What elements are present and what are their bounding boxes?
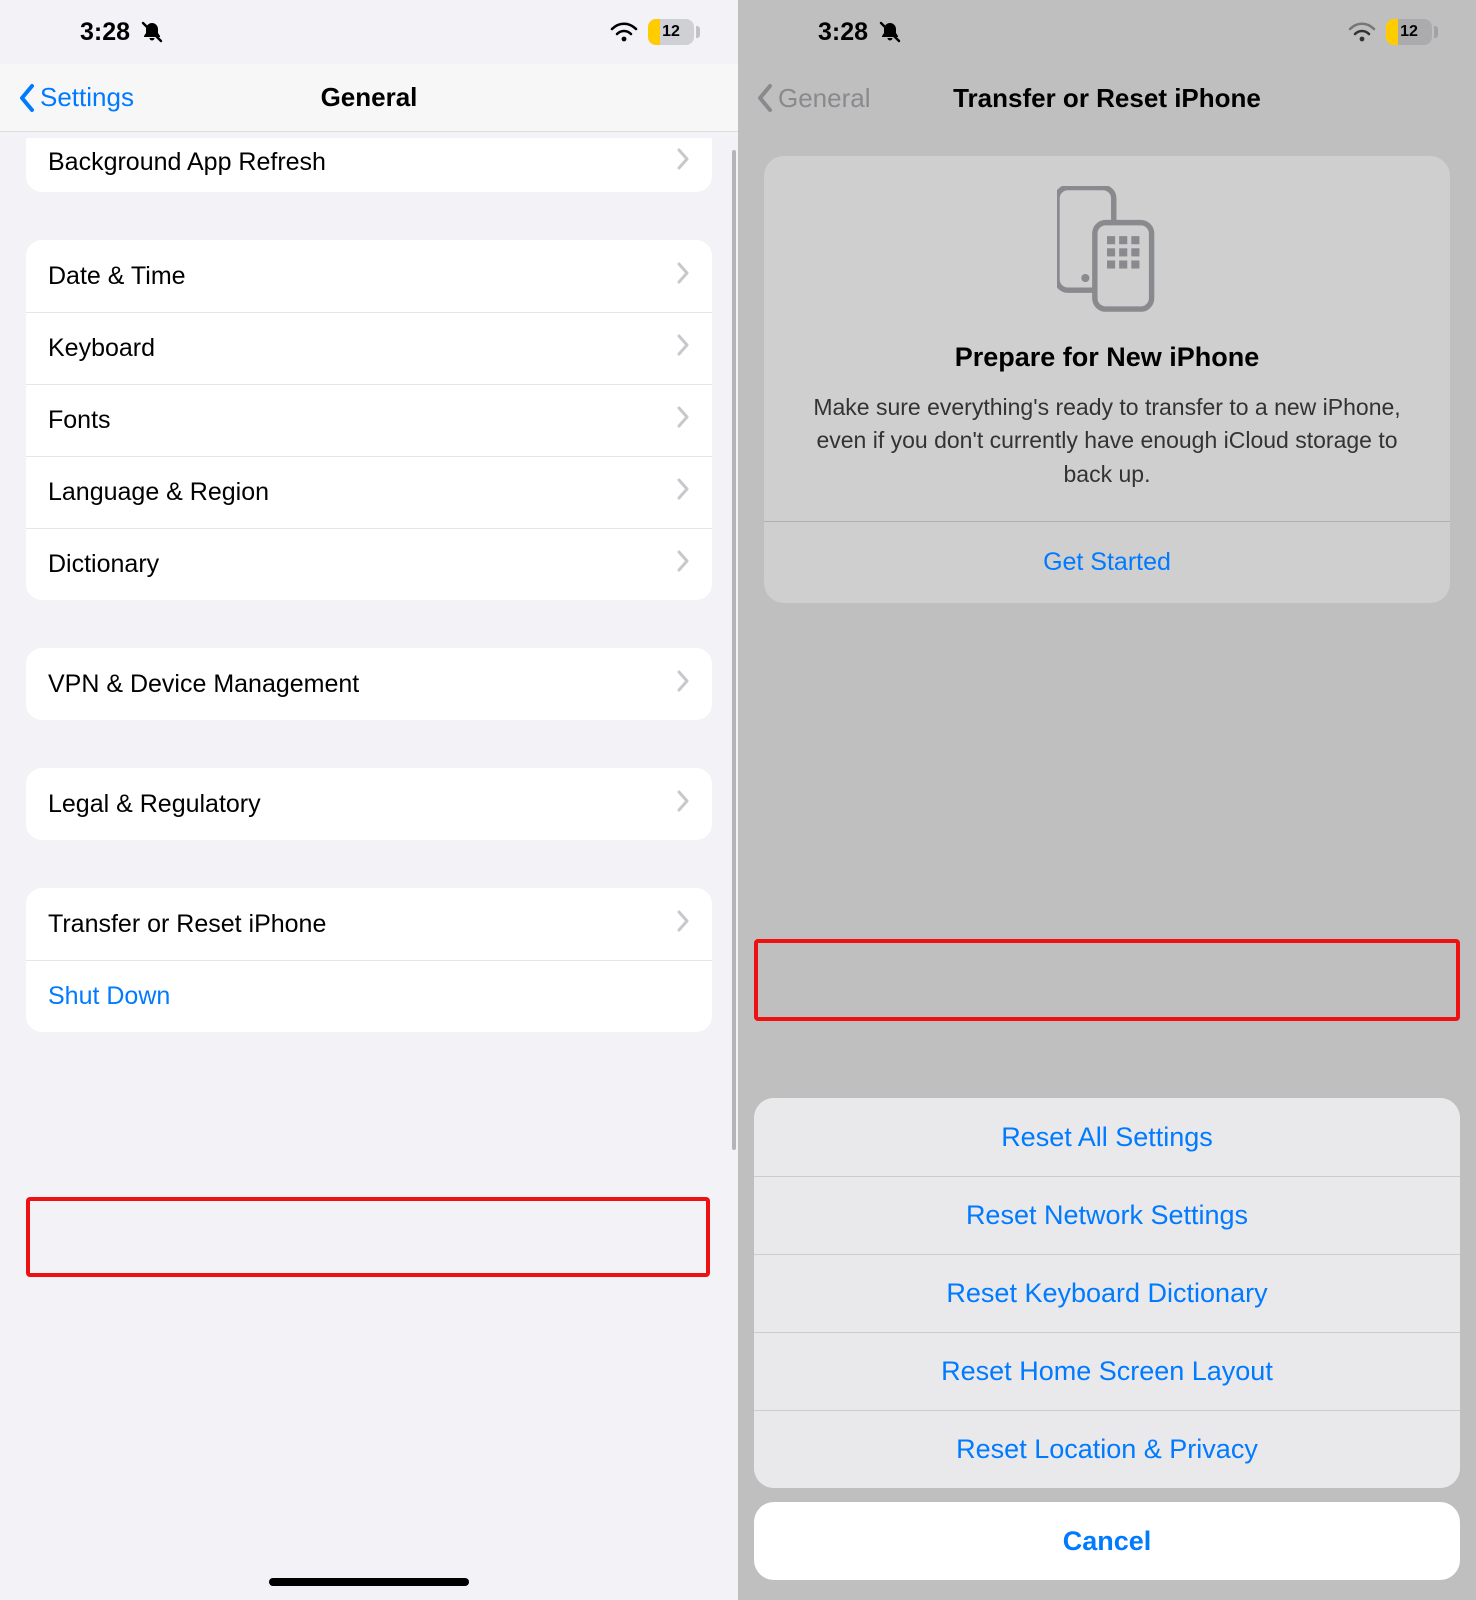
chevron-right-icon xyxy=(676,262,690,291)
row-label: Keyboard xyxy=(48,334,155,363)
row-keyboard[interactable]: Keyboard xyxy=(26,312,712,384)
chevron-right-icon xyxy=(676,670,690,699)
prepare-heading: Prepare for New iPhone xyxy=(790,342,1424,373)
row-dictionary[interactable]: Dictionary xyxy=(26,528,712,600)
row-legal-regulatory[interactable]: Legal & Regulatory xyxy=(26,768,712,840)
battery-indicator: 12 xyxy=(648,19,700,45)
row-label: Fonts xyxy=(48,406,111,435)
row-label: Language & Region xyxy=(48,478,269,507)
row-vpn-device-management[interactable]: VPN & Device Management xyxy=(26,648,712,720)
row-date-time[interactable]: Date & Time xyxy=(26,240,712,312)
get-started-button[interactable]: Get Started xyxy=(790,522,1424,603)
reset-keyboard-dictionary[interactable]: Reset Keyboard Dictionary xyxy=(754,1254,1460,1332)
wifi-icon xyxy=(1348,21,1376,43)
reset-network-settings[interactable]: Reset Network Settings xyxy=(754,1176,1460,1254)
highlight-transfer-or-reset xyxy=(26,1197,710,1277)
back-label: General xyxy=(778,83,871,114)
highlight-reset-network xyxy=(754,939,1460,1021)
row-label: Legal & Regulatory xyxy=(48,790,261,819)
row-label: Shut Down xyxy=(48,982,170,1011)
prepare-body: Make sure everything's ready to transfer… xyxy=(790,391,1424,491)
row-language-region[interactable]: Language & Region xyxy=(26,456,712,528)
chevron-right-icon xyxy=(676,148,690,177)
chevron-left-icon xyxy=(756,83,778,113)
page-title: Transfer or Reset iPhone xyxy=(953,83,1261,114)
reset-home-screen-layout[interactable]: Reset Home Screen Layout xyxy=(754,1332,1460,1410)
scrollbar[interactable] xyxy=(732,150,736,1150)
reset-location-privacy[interactable]: Reset Location & Privacy xyxy=(754,1410,1460,1488)
chevron-right-icon xyxy=(676,334,690,363)
back-label: Settings xyxy=(40,82,134,113)
reset-action-sheet: Reset All Settings Reset Network Setting… xyxy=(738,1098,1476,1580)
nav-bar: Settings General xyxy=(0,64,738,132)
chevron-left-icon xyxy=(18,83,40,113)
row-transfer-or-reset[interactable]: Transfer or Reset iPhone xyxy=(26,888,712,960)
devices-icon xyxy=(790,186,1424,316)
row-label: VPN & Device Management xyxy=(48,670,359,699)
page-title: General xyxy=(321,82,418,113)
row-background-app-refresh[interactable]: Background App Refresh xyxy=(26,138,712,192)
wifi-icon xyxy=(610,21,638,43)
nav-bar: General Transfer or Reset iPhone xyxy=(738,64,1476,132)
back-button[interactable]: Settings xyxy=(18,82,134,113)
status-bar: 3:28 12 xyxy=(0,0,738,64)
chevron-right-icon xyxy=(676,790,690,819)
silent-mode-icon xyxy=(878,20,902,44)
reset-all-settings[interactable]: Reset All Settings xyxy=(754,1098,1460,1176)
row-label: Background App Refresh xyxy=(48,148,326,177)
home-indicator[interactable] xyxy=(269,1578,469,1586)
status-bar: 3:28 12 xyxy=(738,0,1476,64)
row-label: Transfer or Reset iPhone xyxy=(48,910,326,939)
row-label: Date & Time xyxy=(48,262,186,291)
cancel-button[interactable]: Cancel xyxy=(754,1502,1460,1580)
row-fonts[interactable]: Fonts xyxy=(26,384,712,456)
phone-right-transfer-reset: 3:28 12 General xyxy=(738,0,1476,1600)
status-time: 3:28 xyxy=(818,18,868,47)
chevron-right-icon xyxy=(676,406,690,435)
status-time: 3:28 xyxy=(80,18,130,47)
chevron-right-icon xyxy=(676,478,690,507)
row-label: Dictionary xyxy=(48,550,159,579)
silent-mode-icon xyxy=(140,20,164,44)
phone-left-general-settings: 3:28 12 Settings xyxy=(0,0,738,1600)
chevron-right-icon xyxy=(676,910,690,939)
chevron-right-icon xyxy=(676,550,690,579)
prepare-card: Prepare for New iPhone Make sure everyth… xyxy=(764,156,1450,603)
back-button[interactable]: General xyxy=(756,83,871,114)
row-shut-down[interactable]: Shut Down xyxy=(26,960,712,1032)
battery-indicator: 12 xyxy=(1386,19,1438,45)
